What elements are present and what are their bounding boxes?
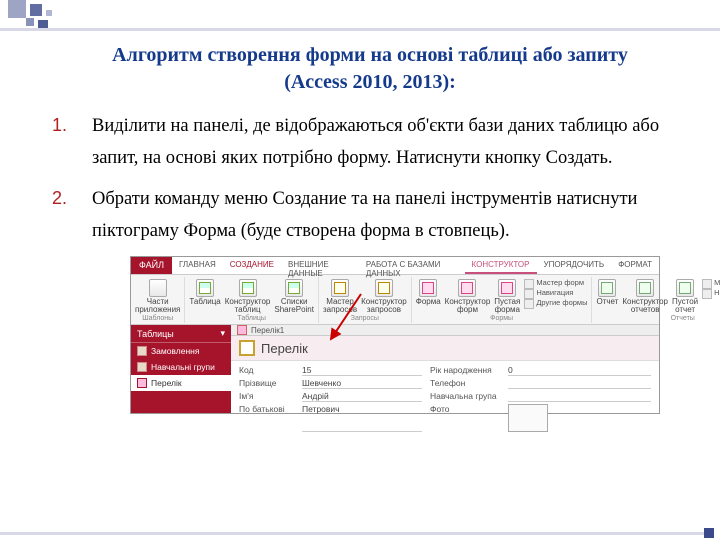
access-screenshot: ФАЙЛ ГЛАВНАЯ СОЗДАНИЕ ВНЕШНИЕ ДАННЫЕ РАБ… [130,256,660,415]
nav-item-groups[interactable]: Навчальні групи [131,359,231,375]
form-grid: Код 15 Рік народження 0 Прізвище Шевченко Тел… [231,361,659,432]
footer-decoration [0,526,720,540]
step-number: 1. [52,110,67,142]
btn-query-designer[interactable]: Конструктор запросов [361,279,407,315]
photo-field[interactable] [508,404,548,432]
btn-query-wizard[interactable]: Мастер запросов [323,279,357,315]
field-label: Навчальна група [430,391,500,402]
field-label: Рік народження [430,365,500,376]
table-icon [137,378,147,388]
field-label: Код [239,365,294,376]
field-value[interactable]: Андрій [302,391,422,402]
step-item: 2. Обрати команду меню Создание та на па… [66,183,682,248]
form-title-bar: Перелік [231,336,659,361]
btn-form-wizard[interactable]: Мастер форм [524,279,587,289]
tab-database-tools[interactable]: РАБОТА С БАЗАМИ ДАННЫХ [359,257,465,274]
btn-form[interactable]: Форма [416,279,441,306]
form-title-icon [239,340,255,356]
btn-report-wizard[interactable]: Мастер отчетов [702,279,720,289]
btn-blank-report[interactable]: Пустой отчет [672,279,698,315]
btn-sharepoint-lists[interactable]: Списки SharePoint [274,279,314,315]
object-tab[interactable]: Перелік1 [231,325,659,336]
ribbon-tabs: ФАЙЛ ГЛАВНАЯ СОЗДАНИЕ ВНЕШНИЕ ДАННЫЕ РАБ… [131,257,659,275]
field-label: Ім'я [239,391,294,402]
group-templates: Части приложения Шаблоны [131,277,185,324]
top-rule [0,28,720,31]
btn-form-designer[interactable]: Конструктор форм [445,279,491,315]
group-queries: Мастер запросов Конструктор запросов Зап… [319,277,412,324]
nav-item-orders[interactable]: Замовлення [131,343,231,359]
btn-report-designer[interactable]: Конструктор отчетов [622,279,668,315]
form-icon [237,325,247,335]
nav-header[interactable]: Таблицы▾ [131,325,231,343]
nav-pane: Таблицы▾ Замовлення Навчальні групи Пере… [131,325,231,413]
forms-extras: Мастер форм Навигация Другие формы [524,279,587,309]
tab-designer[interactable]: КОНСТРУКТОР [465,257,537,274]
btn-table[interactable]: Таблица [189,279,220,306]
step-text: Обрати команду меню Создание та на панел… [92,189,637,241]
table-icon [137,346,147,356]
field-label: Фото [430,404,500,432]
table-icon [137,362,147,372]
corner-decoration [0,0,120,40]
field-value[interactable]: Петрович [302,404,422,432]
tab-format[interactable]: ФОРМАТ [611,257,659,274]
field-value[interactable] [508,378,651,389]
btn-report[interactable]: Отчет [596,279,618,306]
nav-item-perelik[interactable]: Перелік [131,375,231,391]
step-number: 2. [52,183,67,215]
btn-blank-form[interactable]: Пустая форма [494,279,520,315]
step-list: 1. Виділити на панелі, де відображаються… [0,106,720,248]
btn-other-forms[interactable]: Другие формы [524,299,587,309]
group-tables: Таблица Конструктор таблиц Списки ShareP… [185,277,319,324]
tab-home[interactable]: ГЛАВНАЯ [172,257,223,274]
group-reports: Отчет Конструктор отчетов Пустой отчет М… [592,277,720,324]
ribbon-body: Части приложения Шаблоны Таблица Констру… [131,275,659,326]
step-item: 1. Виділити на панелі, де відображаються… [66,110,682,175]
tab-arrange[interactable]: УПОРЯДОЧИТЬ [537,257,612,274]
tab-create[interactable]: СОЗДАНИЕ [223,257,281,274]
field-label: Прізвище [239,378,294,389]
group-forms: Форма Конструктор форм Пустая форма Маст… [412,277,593,324]
step-text: Виділити на панелі, де відображаються об… [92,116,659,168]
form-title: Перелік [261,341,308,356]
field-value[interactable]: Шевченко [302,378,422,389]
btn-navigation[interactable]: Навигация [524,289,587,299]
btn-table-designer[interactable]: Конструктор таблиц [225,279,271,315]
reports-extras: Мастер отчетов Наклейки [702,279,720,299]
field-label: По батькові [239,404,294,432]
tab-file[interactable]: ФАЙЛ [131,257,172,274]
field-value[interactable]: 15 [302,365,422,376]
chevron-down-icon: ▾ [220,328,225,339]
field-value[interactable]: 0 [508,365,651,376]
field-label: Телефон [430,378,500,389]
tab-external-data[interactable]: ВНЕШНИЕ ДАННЫЕ [281,257,359,274]
btn-labels[interactable]: Наклейки [702,289,720,299]
field-value[interactable] [508,391,651,402]
form-area: Перелік1 Перелік Код 15 Рік народження 0 Пр… [231,325,659,413]
btn-app-parts[interactable]: Части приложения [135,279,180,315]
